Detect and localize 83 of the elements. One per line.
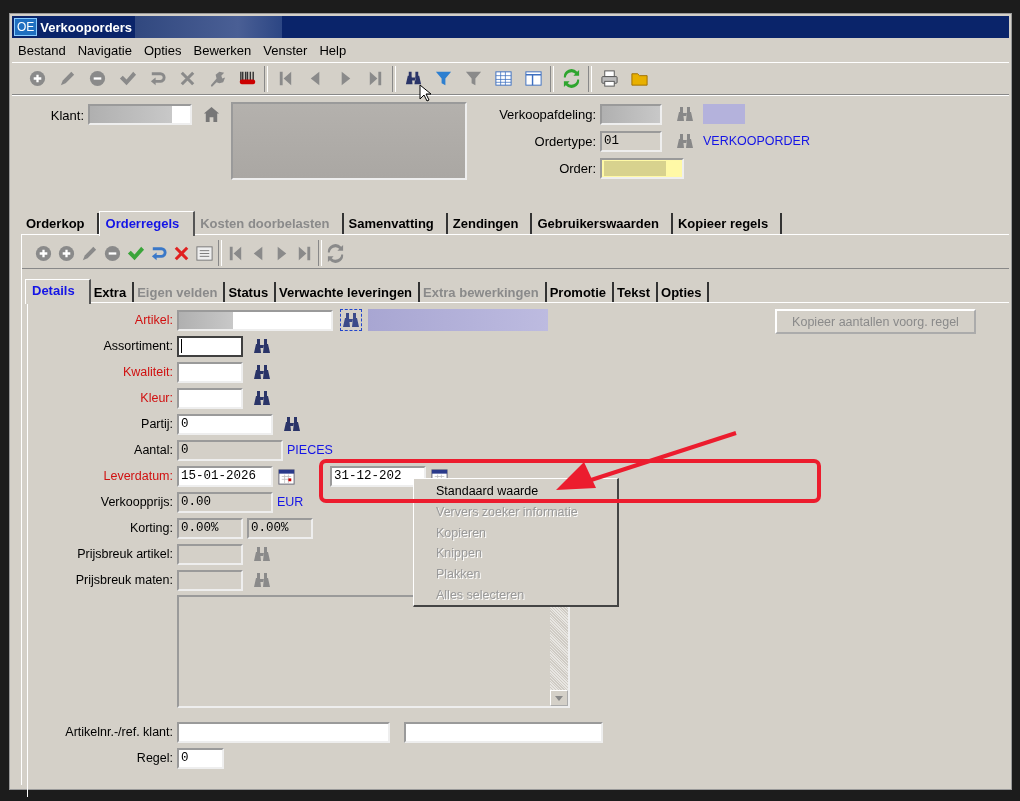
tab[interactable]: Verwachte leveringen [276,282,421,302]
down-arrow-icon [555,695,563,701]
price-break-field[interactable] [177,569,243,591]
check-icon[interactable] [117,69,137,88]
field-label: Klant: [49,108,84,123]
quantity-field[interactable]: 0 [177,439,283,461]
tab[interactable]: Tekst [614,282,658,302]
binoculars-icon[interactable] [252,388,272,408]
binoculars-icon[interactable] [252,336,272,356]
field-label: Order: [558,160,596,176]
field-label: Partij: [140,417,173,431]
menu-item[interactable]: Help [313,42,353,58]
refresh-icon[interactable] [561,69,581,88]
menu-item[interactable]: Venster [257,42,314,58]
department-field[interactable] [600,103,662,125]
tab[interactable]: Kopieer regels [672,213,783,234]
article-field[interactable] [177,309,333,331]
tab[interactable]: Orderregels [98,211,196,236]
menu-item[interactable]: Opties [137,42,188,58]
layout-icon[interactable] [523,69,543,88]
redacted-description [703,104,745,124]
price-break-field[interactable] [177,543,243,565]
tab[interactable]: Gebruikerswaarden [532,213,673,234]
plus-circle-icon[interactable] [57,243,76,263]
discount-field[interactable]: 0.00% [177,517,243,539]
tab[interactable]: Extra [90,282,135,302]
tab[interactable]: Status [225,282,277,302]
form-icon[interactable] [195,243,214,263]
menu-item[interactable]: Bewerken [187,42,258,58]
menu-item[interactable]: Navigatie [71,42,138,58]
tab[interactable]: Opties [658,282,710,302]
field-label: Korting: [128,521,173,535]
discount-field[interactable]: 0.00% [247,517,313,539]
minus-circle-icon[interactable] [87,69,107,88]
order-type-description: VERKOOPORDER [703,134,810,148]
binoculars-icon[interactable] [341,310,361,330]
batch-field[interactable]: 0 [177,413,273,435]
date-field[interactable]: 31-12-202 [330,465,426,487]
field-label: Kwaliteit: [121,365,173,379]
date-field[interactable]: 15-01-2026 [177,465,273,487]
house-icon[interactable] [202,105,221,124]
field-label: Verkoopprijs: [99,495,173,509]
lookup-field[interactable] [177,335,243,357]
customer-field[interactable] [88,104,192,125]
refresh-icon[interactable] [326,243,345,263]
filter-icon[interactable] [433,69,453,88]
window-title: Verkooporders [40,19,133,35]
reference-field[interactable] [177,721,390,743]
field-label: Aantal: [133,443,173,457]
filter-icon[interactable] [463,69,483,88]
table-icon[interactable] [493,69,513,88]
field-label: Ordertype: [533,133,596,149]
plus-circle-icon[interactable] [34,243,53,263]
price-field[interactable]: 0.00 [177,491,273,513]
order-type-field[interactable]: 01 [600,130,662,152]
reference-field[interactable] [404,721,603,743]
menu-item[interactable]: Standaard waarde [436,484,539,499]
binoculars-icon[interactable] [282,414,302,434]
field-label: Verkoopafdeling: [498,106,596,122]
field-label: Kleur: [139,391,173,405]
scroll-down-button[interactable] [550,690,568,706]
calendar-icon[interactable] [277,466,296,486]
printer-icon[interactable] [599,69,619,88]
field-label: Artikel: [133,313,173,327]
tab[interactable]: Details [25,279,91,304]
app-logo: OE [14,18,38,36]
field-label: Artikelnr.-/ref. klant: [64,725,173,739]
line-field[interactable]: 0 [177,747,224,769]
field-label: Leverdatum: [102,469,173,483]
binoculars-icon[interactable] [252,362,272,382]
tab[interactable]: Zendingen [447,213,533,234]
tab[interactable]: Samenvatting [343,213,448,234]
tab[interactable]: Promotie [546,282,614,302]
field-label: Regel: [135,751,173,765]
field-label: Prijsbreuk artikel: [76,547,173,561]
minus-circle-icon[interactable] [103,243,122,263]
order-field[interactable] [600,157,684,179]
field-label: Assortiment: [102,339,173,353]
menu-item[interactable]: Bestand [12,42,72,58]
field-label: Prijsbreuk maten: [74,573,173,587]
plus-circle-icon[interactable] [27,69,47,88]
unit-label: PIECES [287,443,333,457]
currency-label: EUR [277,495,304,509]
